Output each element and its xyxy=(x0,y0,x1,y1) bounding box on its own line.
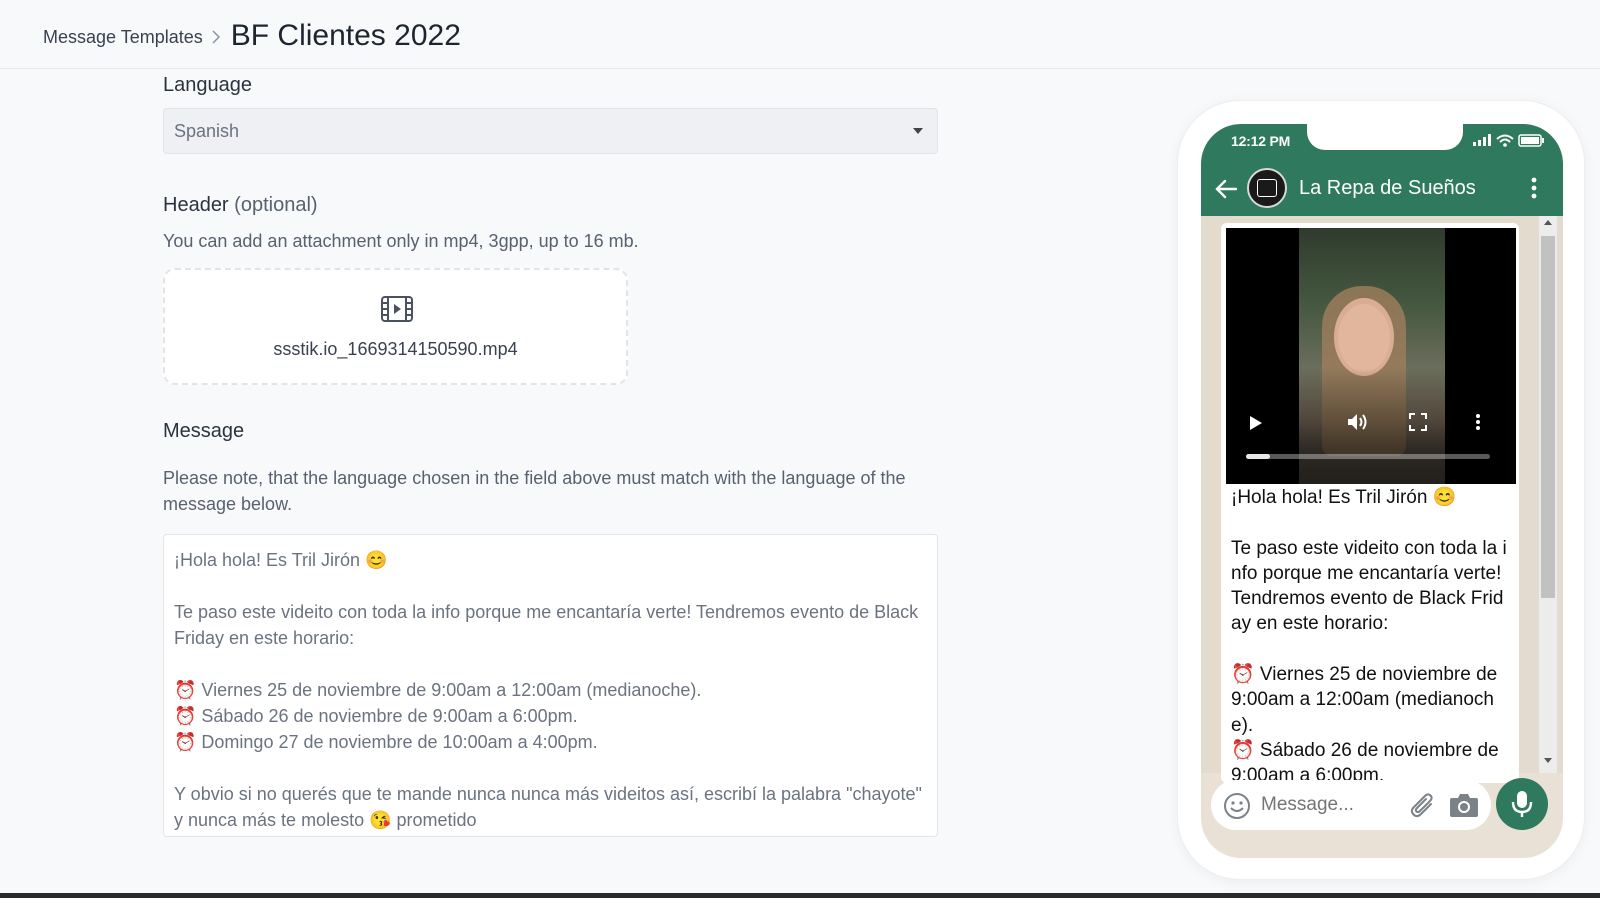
camera-icon[interactable] xyxy=(1449,792,1479,823)
fullscreen-icon[interactable] xyxy=(1409,413,1427,436)
header-label-text: Header xyxy=(163,194,229,216)
message-textarea[interactable]: ¡Hola hola! Es Tril Jirón 😊 Te paso este… xyxy=(163,534,938,837)
phone-notch xyxy=(1307,124,1463,150)
bottom-edge xyxy=(0,893,1600,898)
kebab-menu-icon[interactable] xyxy=(1531,177,1537,204)
page-title: BF Clientes 2022 xyxy=(230,19,461,52)
header-optional-text: (optional) xyxy=(234,194,318,216)
scroll-down-arrow-icon[interactable] xyxy=(1544,758,1552,763)
chat-scrollbar-thumb[interactable] xyxy=(1541,236,1555,598)
video-subject-face-highlight xyxy=(1338,304,1390,372)
mic-button[interactable] xyxy=(1496,778,1548,830)
contact-avatar[interactable] xyxy=(1247,168,1287,208)
message-label: Message xyxy=(163,420,245,442)
language-select[interactable]: Spanish xyxy=(163,108,938,154)
signal-icon xyxy=(1473,134,1491,146)
language-label: Language xyxy=(163,74,252,96)
header-label: Header (optional) xyxy=(163,194,318,217)
avatar-logo xyxy=(1257,179,1277,197)
top-bar: Message Templates BF Clientes 2022 xyxy=(0,0,1600,69)
message-input-bar xyxy=(1211,780,1491,830)
video-file-icon xyxy=(380,295,414,328)
video-progress-bar[interactable] xyxy=(1246,454,1490,459)
bubble-text: ¡Hola hola! Es Tril Jirón 😊 Te paso este… xyxy=(1231,487,1507,783)
play-icon[interactable] xyxy=(1249,415,1263,436)
message-bubble: ¡Hola hola! Es Tril Jirón 😊 Te paso este… xyxy=(1221,223,1519,783)
breadcrumb-message-templates[interactable]: Message Templates xyxy=(43,27,203,48)
video-controls-shade xyxy=(1226,368,1516,484)
message-input[interactable] xyxy=(1261,794,1401,816)
microphone-icon xyxy=(1510,789,1534,824)
emoji-icon[interactable] xyxy=(1223,792,1251,825)
scroll-up-arrow-icon[interactable] xyxy=(1544,220,1552,225)
back-arrow-icon[interactable] xyxy=(1215,179,1238,204)
status-time: 12:12 PM xyxy=(1231,133,1291,149)
volume-icon[interactable] xyxy=(1347,412,1369,437)
header-help-text: You can add an attachment only in mp4, 3… xyxy=(163,231,639,251)
header-attachment-dropzone[interactable]: ssstik.io_1669314150590.mp4 xyxy=(163,268,628,385)
chevron-right-icon xyxy=(212,30,220,44)
caret-down-icon xyxy=(913,128,923,134)
video-more-icon[interactable] xyxy=(1475,413,1481,436)
phone-screen: 12:12 PM La Repa de Sueños ¡Hola hola! E… xyxy=(1201,124,1563,858)
language-selected-value: Spanish xyxy=(174,121,240,141)
chat-header: 12:12 PM La Repa de Sueños xyxy=(1201,124,1563,216)
message-body: ¡Hola hola! Es Tril Jirón 😊 Te paso este… xyxy=(174,550,922,830)
video-player[interactable] xyxy=(1226,228,1516,484)
breadcrumb: Message Templates BF Clientes 2022 xyxy=(43,19,461,54)
wifi-icon xyxy=(1496,134,1514,147)
video-progress-fill xyxy=(1246,454,1271,459)
battery-icon xyxy=(1518,134,1544,147)
attachment-file-name: ssstik.io_1669314150590.mp4 xyxy=(273,339,518,359)
status-icons xyxy=(1473,132,1553,153)
paperclip-icon[interactable] xyxy=(1409,792,1437,825)
message-help-text: Please note, that the language chosen in… xyxy=(163,468,906,514)
contact-name[interactable]: La Repa de Sueños xyxy=(1299,177,1476,200)
